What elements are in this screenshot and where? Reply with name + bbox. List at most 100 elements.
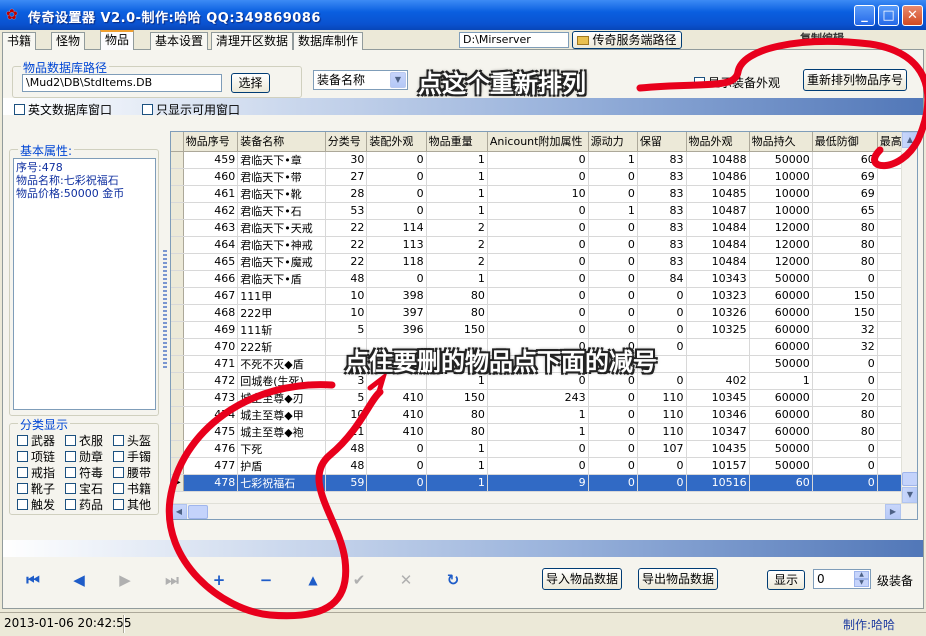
row-indicator[interactable] bbox=[171, 440, 184, 458]
table-cell[interactable]: 118 bbox=[366, 253, 427, 271]
row-indicator[interactable] bbox=[171, 185, 184, 203]
table-cell[interactable]: 10157 bbox=[686, 457, 750, 475]
category-checkbox[interactable]: 靴子 bbox=[17, 480, 55, 497]
checkbox-box[interactable] bbox=[65, 483, 76, 494]
column-header[interactable]: 源动力 bbox=[588, 132, 638, 152]
scroll-down-icon[interactable]: ▼ bbox=[902, 487, 917, 503]
table-cell[interactable]: 0 bbox=[487, 287, 589, 305]
table-cell[interactable]: 53 bbox=[325, 202, 368, 220]
table-cell[interactable]: 50000 bbox=[749, 457, 813, 475]
table-cell[interactable]: 469 bbox=[183, 321, 239, 339]
table-cell[interactable]: 83 bbox=[637, 168, 687, 186]
table-cell[interactable]: 30 bbox=[325, 151, 368, 169]
close-button[interactable]: ✕ bbox=[902, 5, 923, 26]
table-cell[interactable]: 1 bbox=[426, 440, 488, 458]
table-cell[interactable]: 0 bbox=[487, 270, 589, 288]
table-row[interactable]: 465 君临天下•魔戒 22 118 2 0 0 83 10484 12000 80 bbox=[171, 253, 917, 271]
table-cell[interactable]: 0 bbox=[366, 457, 427, 475]
show-equip-appearance-checkbox[interactable]: 显示装备外观 bbox=[694, 74, 780, 91]
table-cell[interactable]: 0 bbox=[366, 270, 427, 288]
row-indicator[interactable] bbox=[171, 270, 184, 288]
table-row[interactable]: 477 护盾 48 0 1 0 0 0 10157 50000 0 bbox=[171, 457, 917, 475]
table-cell[interactable]: 243 bbox=[487, 389, 589, 407]
column-header[interactable]: 物品重量 bbox=[426, 132, 488, 152]
table-cell[interactable]: 111斩 bbox=[237, 321, 326, 339]
table-cell[interactable]: 君临天下•盾 bbox=[237, 270, 326, 288]
category-checkbox[interactable]: 手镯 bbox=[113, 448, 151, 465]
table-cell[interactable]: 477 bbox=[183, 457, 239, 475]
table-cell[interactable]: 465 bbox=[183, 253, 239, 271]
row-indicator[interactable] bbox=[171, 321, 184, 339]
row-indicator[interactable] bbox=[171, 338, 184, 356]
category-checkbox[interactable]: 符毒 bbox=[65, 464, 103, 481]
table-cell[interactable]: 471 bbox=[183, 355, 239, 373]
checkbox-box[interactable] bbox=[142, 104, 153, 115]
category-checkbox[interactable]: 其他 bbox=[113, 496, 151, 513]
table-cell[interactable]: 10 bbox=[325, 304, 368, 322]
row-indicator[interactable] bbox=[171, 287, 184, 305]
table-cell[interactable]: 48 bbox=[325, 440, 368, 458]
chevron-down-icon[interactable]: ▼ bbox=[390, 72, 406, 88]
table-cell[interactable]: 150 bbox=[426, 321, 488, 339]
server-path-button[interactable]: 传奇服务端路径 bbox=[572, 31, 682, 49]
table-cell[interactable]: 0 bbox=[588, 321, 638, 339]
tab-books[interactable]: 书籍 bbox=[2, 32, 37, 50]
table-cell[interactable]: 0 bbox=[637, 321, 687, 339]
table-cell[interactable]: 80 bbox=[812, 253, 878, 271]
table-cell[interactable]: 468 bbox=[183, 304, 239, 322]
table-cell[interactable]: 110 bbox=[637, 389, 687, 407]
table-cell[interactable]: 10484 bbox=[686, 236, 750, 254]
insert-record-icon[interactable]: + bbox=[207, 569, 231, 591]
row-indicator[interactable] bbox=[171, 168, 184, 186]
checkbox-box[interactable] bbox=[113, 483, 124, 494]
table-cell[interactable]: 80 bbox=[426, 304, 488, 322]
table-cell[interactable]: 0 bbox=[487, 440, 589, 458]
table-cell[interactable]: 0 bbox=[588, 457, 638, 475]
column-header[interactable]: 物品序号 bbox=[183, 132, 239, 152]
table-cell[interactable]: 222甲 bbox=[237, 304, 326, 322]
scroll-left-icon[interactable]: ◀ bbox=[171, 504, 187, 519]
checkbox-box[interactable] bbox=[17, 435, 28, 446]
table-cell[interactable]: 10484 bbox=[686, 253, 750, 271]
table-cell[interactable]: 君临天下•魔戒 bbox=[237, 253, 326, 271]
table-cell[interactable]: 护盾 bbox=[237, 457, 326, 475]
table-cell[interactable]: 80 bbox=[812, 236, 878, 254]
table-cell[interactable]: 七彩祝福石 bbox=[237, 474, 326, 492]
table-cell[interactable]: 60000 bbox=[749, 338, 813, 356]
tab-basic-settings[interactable]: 基本设置 bbox=[150, 32, 209, 50]
table-row[interactable]: 475 城主至尊◆袍 11 410 80 1 0 110 10347 60000 80 bbox=[171, 423, 917, 441]
table-cell[interactable]: 0 bbox=[812, 355, 878, 373]
table-cell[interactable]: 10516 bbox=[686, 474, 750, 492]
table-cell[interactable]: 50000 bbox=[749, 270, 813, 288]
table-cell[interactable]: 10000 bbox=[749, 185, 813, 203]
table-cell[interactable]: 60000 bbox=[749, 304, 813, 322]
horizontal-scrollbar[interactable]: ◀ ▶ bbox=[171, 503, 917, 519]
table-cell[interactable]: 80 bbox=[812, 219, 878, 237]
table-cell[interactable]: 80 bbox=[426, 406, 488, 424]
table-cell[interactable]: 28 bbox=[325, 185, 368, 203]
table-cell[interactable]: 113 bbox=[366, 236, 427, 254]
table-cell[interactable]: 0 bbox=[487, 202, 589, 220]
table-cell[interactable]: 80 bbox=[812, 423, 878, 441]
column-header[interactable]: 最低防御 bbox=[812, 132, 878, 152]
column-header[interactable]: Anicount附加属性 bbox=[487, 132, 589, 152]
table-cell[interactable]: 0 bbox=[588, 440, 638, 458]
table-cell[interactable]: 60000 bbox=[749, 321, 813, 339]
table-cell[interactable]: 467 bbox=[183, 287, 239, 305]
table-cell[interactable]: 10435 bbox=[686, 440, 750, 458]
table-cell[interactable]: 5 bbox=[325, 321, 368, 339]
category-checkbox[interactable]: 项链 bbox=[17, 448, 55, 465]
table-cell[interactable]: 0 bbox=[812, 457, 878, 475]
import-items-button[interactable]: 导入物品数据 bbox=[542, 568, 622, 590]
table-cell[interactable]: 32 bbox=[812, 338, 878, 356]
table-cell[interactable]: 22 bbox=[325, 253, 368, 271]
category-checkbox[interactable]: 勋章 bbox=[65, 448, 103, 465]
choose-db-button[interactable]: 选择 bbox=[231, 73, 270, 93]
table-cell[interactable]: 107 bbox=[637, 440, 687, 458]
table-cell[interactable]: 1 bbox=[426, 185, 488, 203]
column-header[interactable]: 物品持久 bbox=[749, 132, 813, 152]
minimize-button[interactable]: _ bbox=[854, 5, 875, 26]
table-cell[interactable]: 10000 bbox=[749, 202, 813, 220]
table-cell[interactable]: 0 bbox=[588, 474, 638, 492]
table-cell[interactable]: 0 bbox=[812, 440, 878, 458]
